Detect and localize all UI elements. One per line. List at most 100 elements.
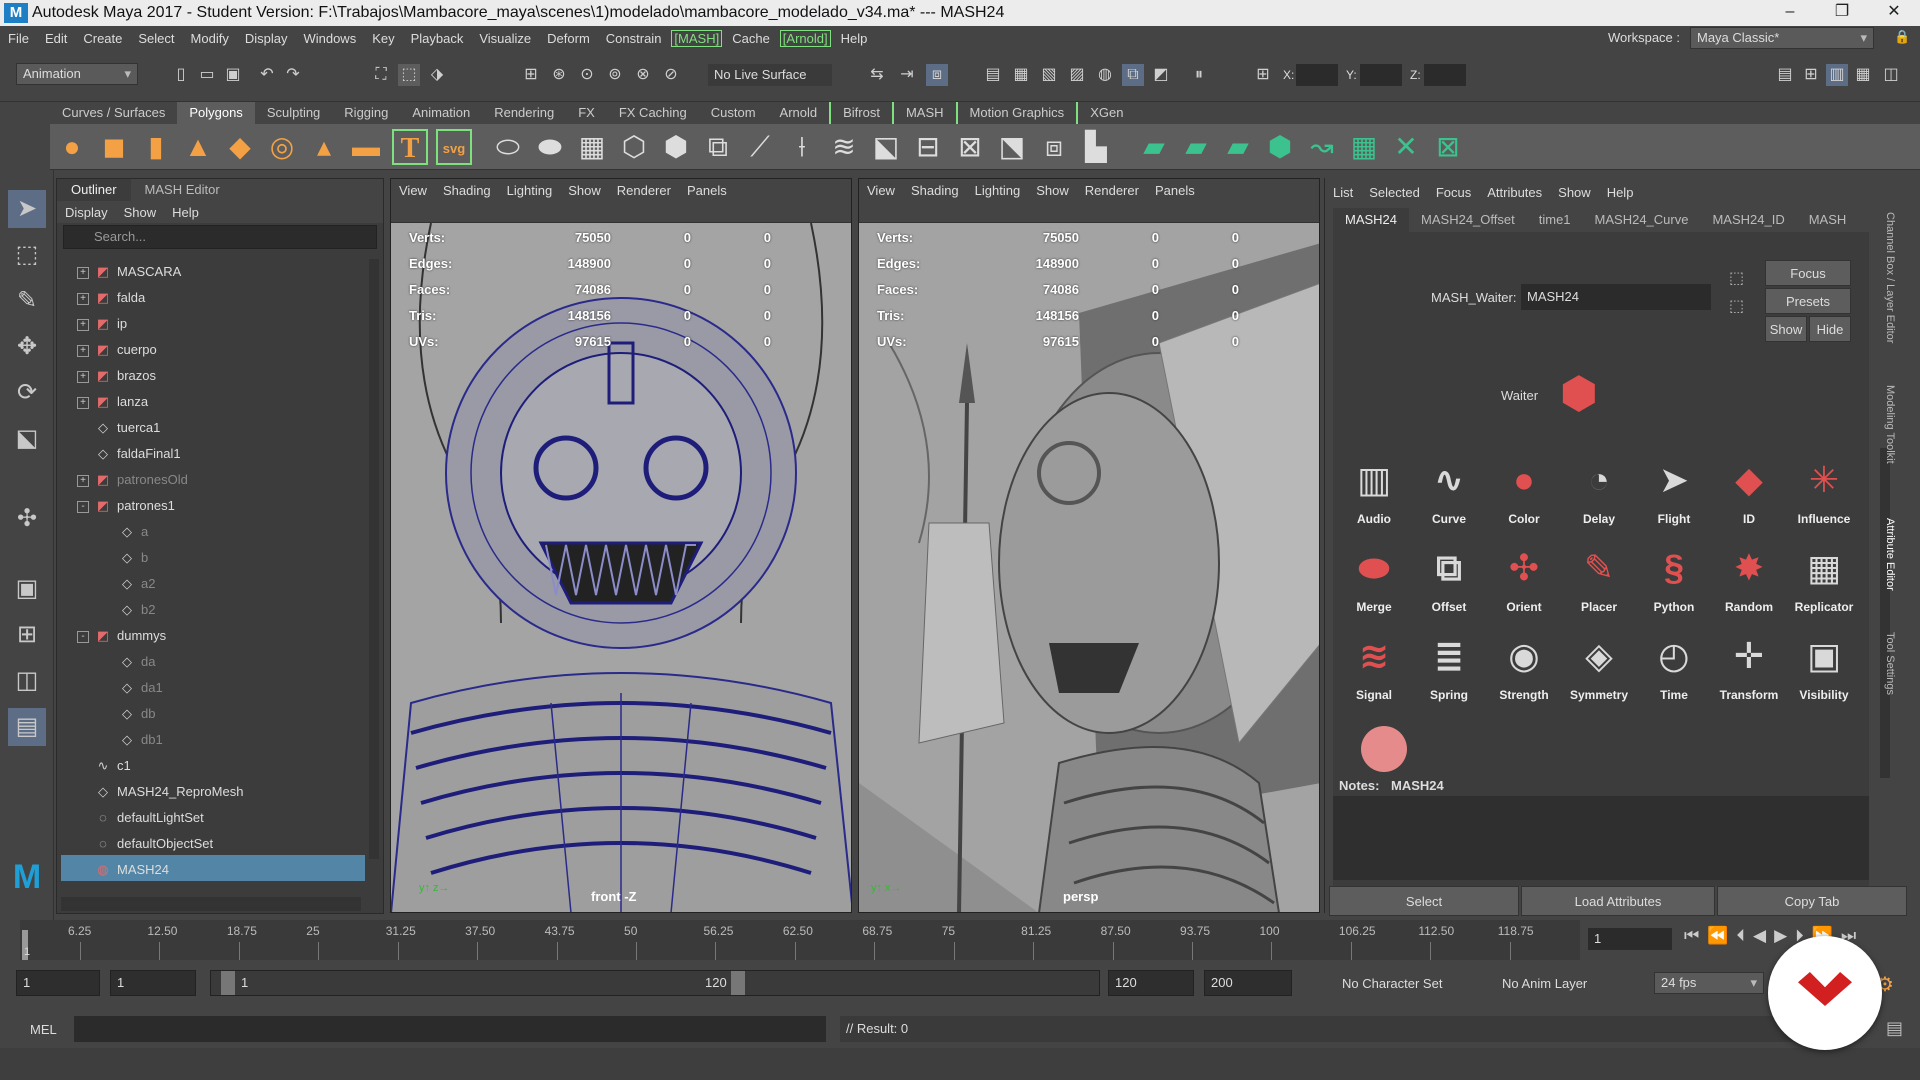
vp1-menu-lighting[interactable]: Lighting [499, 183, 561, 198]
mash-node-orient-button[interactable]: ✣ Orient [1489, 536, 1559, 622]
outliner-item[interactable]: + ◩ cuerpo [77, 337, 157, 363]
mash-node-python-button[interactable]: § Python [1639, 536, 1709, 622]
mash-node-signal-button[interactable]: ≋ Signal [1339, 624, 1409, 710]
snap-vertex-icon[interactable]: ⊘ [660, 64, 682, 86]
expand-toggle-icon[interactable]: - [77, 500, 89, 513]
bridge-icon[interactable]: ⧉ [700, 129, 736, 165]
menu-constrain[interactable]: Constrain [598, 31, 670, 46]
side-tab-tool-settings[interactable]: Tool Settings [1878, 618, 1896, 708]
outliner-item[interactable]: ◇ faldaFinal1 [77, 441, 181, 467]
range-start-handle[interactable] [221, 971, 235, 995]
poly-cone-icon[interactable]: ▲ [180, 129, 216, 165]
mash-node-transform-button[interactable]: ✛ Transform [1714, 624, 1784, 710]
mash-node-merge-button[interactable]: ⬬ Merge [1339, 536, 1409, 622]
poly-torus-icon[interactable]: ◎ [264, 129, 300, 165]
outliner-item[interactable]: + ◩ patronesOld [77, 467, 188, 493]
select-object-icon[interactable]: ⬚ [398, 64, 420, 86]
separate-icon[interactable]: ⬬ [532, 129, 568, 165]
outliner-hscrollbar[interactable] [61, 897, 361, 911]
vp2-menu-renderer[interactable]: Renderer [1077, 183, 1147, 198]
poly-sphere-icon[interactable]: ● [54, 129, 90, 165]
lasso-tool-icon[interactable]: ⬚ [8, 236, 46, 274]
select-hierarchy-icon[interactable]: ⛶ [370, 64, 392, 86]
vp2-menu-shading[interactable]: Shading [903, 183, 967, 198]
menu-windows[interactable]: Windows [295, 31, 364, 46]
mash-dynamics-icon[interactable]: ✕ [1388, 129, 1424, 165]
outliner-item[interactable]: + ◩ ip [77, 311, 127, 337]
outliner-item[interactable]: ◌ defaultObjectSet [77, 831, 213, 857]
attribute-editor-toggle-icon[interactable]: ▥ [1826, 64, 1848, 86]
playback-end-field[interactable]: 120 [1108, 970, 1194, 996]
mash-node-replicator-button[interactable]: ▦ Replicator [1789, 536, 1859, 622]
mash-waiter-field[interactable]: MASH24 [1521, 284, 1711, 310]
outliner-menu-show[interactable]: Show [116, 205, 165, 220]
current-frame-field[interactable]: 1 [1588, 928, 1672, 950]
outliner-item[interactable]: ◇ a2 [101, 571, 155, 597]
render-view-icon[interactable]: ⧉ [1122, 64, 1144, 86]
expand-toggle-icon[interactable]: + [77, 344, 89, 357]
vp2-menu-panels[interactable]: Panels [1147, 183, 1203, 198]
outliner-item[interactable]: + ◩ MASCARA [77, 259, 181, 285]
outliner-item[interactable]: + ◩ lanza [77, 389, 148, 415]
outliner-item[interactable]: ◇ tuerca1 [77, 415, 160, 441]
outliner-item[interactable]: ∿ c1 [77, 753, 131, 779]
mash-node-offset-button[interactable]: ⧉ Offset [1414, 536, 1484, 622]
snap-grid-icon[interactable]: ⊞ [520, 64, 542, 86]
side-tab-attribute-editor[interactable]: Attribute Editor [1878, 504, 1896, 604]
shelf-tab-xgen[interactable]: XGen [1078, 102, 1135, 124]
poly-svg-icon[interactable]: svg [436, 129, 472, 165]
poly-cylinder-icon[interactable]: ▮ [138, 129, 174, 165]
outliner-item[interactable]: ◇ db [101, 701, 155, 727]
poly-cube-icon[interactable]: ◼ [96, 129, 132, 165]
mash-outliner-icon[interactable]: ▰ [1220, 129, 1256, 165]
range-slider[interactable]: 1 120 [210, 970, 1100, 996]
ae-tab-mash24-curve[interactable]: MASH24_Curve [1583, 208, 1701, 232]
outliner-item[interactable]: - ◩ dummys [77, 623, 166, 649]
shelf-tab-polygons[interactable]: Polygons [177, 102, 255, 124]
menu-file[interactable]: File [0, 31, 37, 46]
mash-node-spring-button[interactable]: ≣ Spring [1414, 624, 1484, 710]
snap-curve-icon[interactable]: ⊛ [548, 64, 570, 86]
mash-editor-icon[interactable]: ▰ [1178, 129, 1214, 165]
mash-curve-icon[interactable]: ↝ [1304, 129, 1340, 165]
time-slider[interactable]: 6.25 12.50 18.75 25 31.25 37.50 43.75 50 56.25 62… [20, 920, 1580, 960]
menu-modify[interactable]: Modify [183, 31, 237, 46]
two-pane-layout-icon[interactable]: ◫ [8, 662, 46, 700]
menu-arnold[interactable]: [Arnold] [779, 29, 831, 47]
ae-menu-focus[interactable]: Focus [1428, 185, 1479, 200]
input-output-icon[interactable]: ⇥ [896, 64, 918, 86]
play-forward-icon[interactable]: ▶ [1774, 926, 1795, 945]
character-set-dropdown[interactable]: No Character Set [1342, 976, 1442, 991]
ae-menu-list[interactable]: List [1325, 185, 1361, 200]
menu-key[interactable]: Key [364, 31, 402, 46]
step-back-icon[interactable]: ⏪ [1707, 926, 1736, 945]
single-perspective-layout-icon[interactable]: ▣ [8, 570, 46, 608]
delete-history-icon[interactable]: ⬔ [994, 129, 1030, 165]
redo-icon[interactable]: ↷ [282, 64, 304, 86]
waiter-cube-icon[interactable]: ⬢ [1553, 368, 1605, 420]
select-output-icon[interactable]: ⬚ [1729, 296, 1744, 316]
live-surface-field[interactable]: No Live Surface [708, 64, 832, 86]
fps-dropdown[interactable]: 24 fps [1654, 972, 1764, 994]
expand-toggle-icon[interactable]: + [77, 318, 89, 331]
target-weld-icon[interactable]: ≋ [826, 129, 862, 165]
ae-menu-help[interactable]: Help [1599, 185, 1642, 200]
expand-toggle-icon[interactable]: + [77, 292, 89, 305]
ae-menu-attributes[interactable]: Attributes [1479, 185, 1550, 200]
presets-button[interactable]: Presets [1765, 288, 1851, 314]
poly-prism-icon[interactable]: ▴ [306, 129, 342, 165]
snap-point-icon[interactable]: ⊙ [576, 64, 598, 86]
playback-start-field[interactable]: 1 [110, 970, 196, 996]
ae-select-button[interactable]: Select [1329, 886, 1519, 916]
node-grid-scrollbar[interactable] [1880, 448, 1890, 778]
shelf-tab-motion-graphics[interactable]: Motion Graphics [958, 102, 1079, 124]
ae-tab-mash24-offset[interactable]: MASH24_Offset [1409, 208, 1527, 232]
tool-settings-toggle-icon[interactable]: ▦ [1852, 64, 1874, 86]
vp1-menu-view[interactable]: View [391, 183, 435, 198]
expand-toggle-icon[interactable]: + [77, 370, 89, 383]
smooth-icon[interactable]: ▦ [574, 129, 610, 165]
range-end-handle[interactable] [731, 971, 745, 995]
x-field[interactable] [1296, 64, 1338, 86]
arnold-render-icon[interactable]: ◩ [1150, 64, 1172, 86]
vp1-panel-toolbar[interactable] [391, 201, 851, 223]
